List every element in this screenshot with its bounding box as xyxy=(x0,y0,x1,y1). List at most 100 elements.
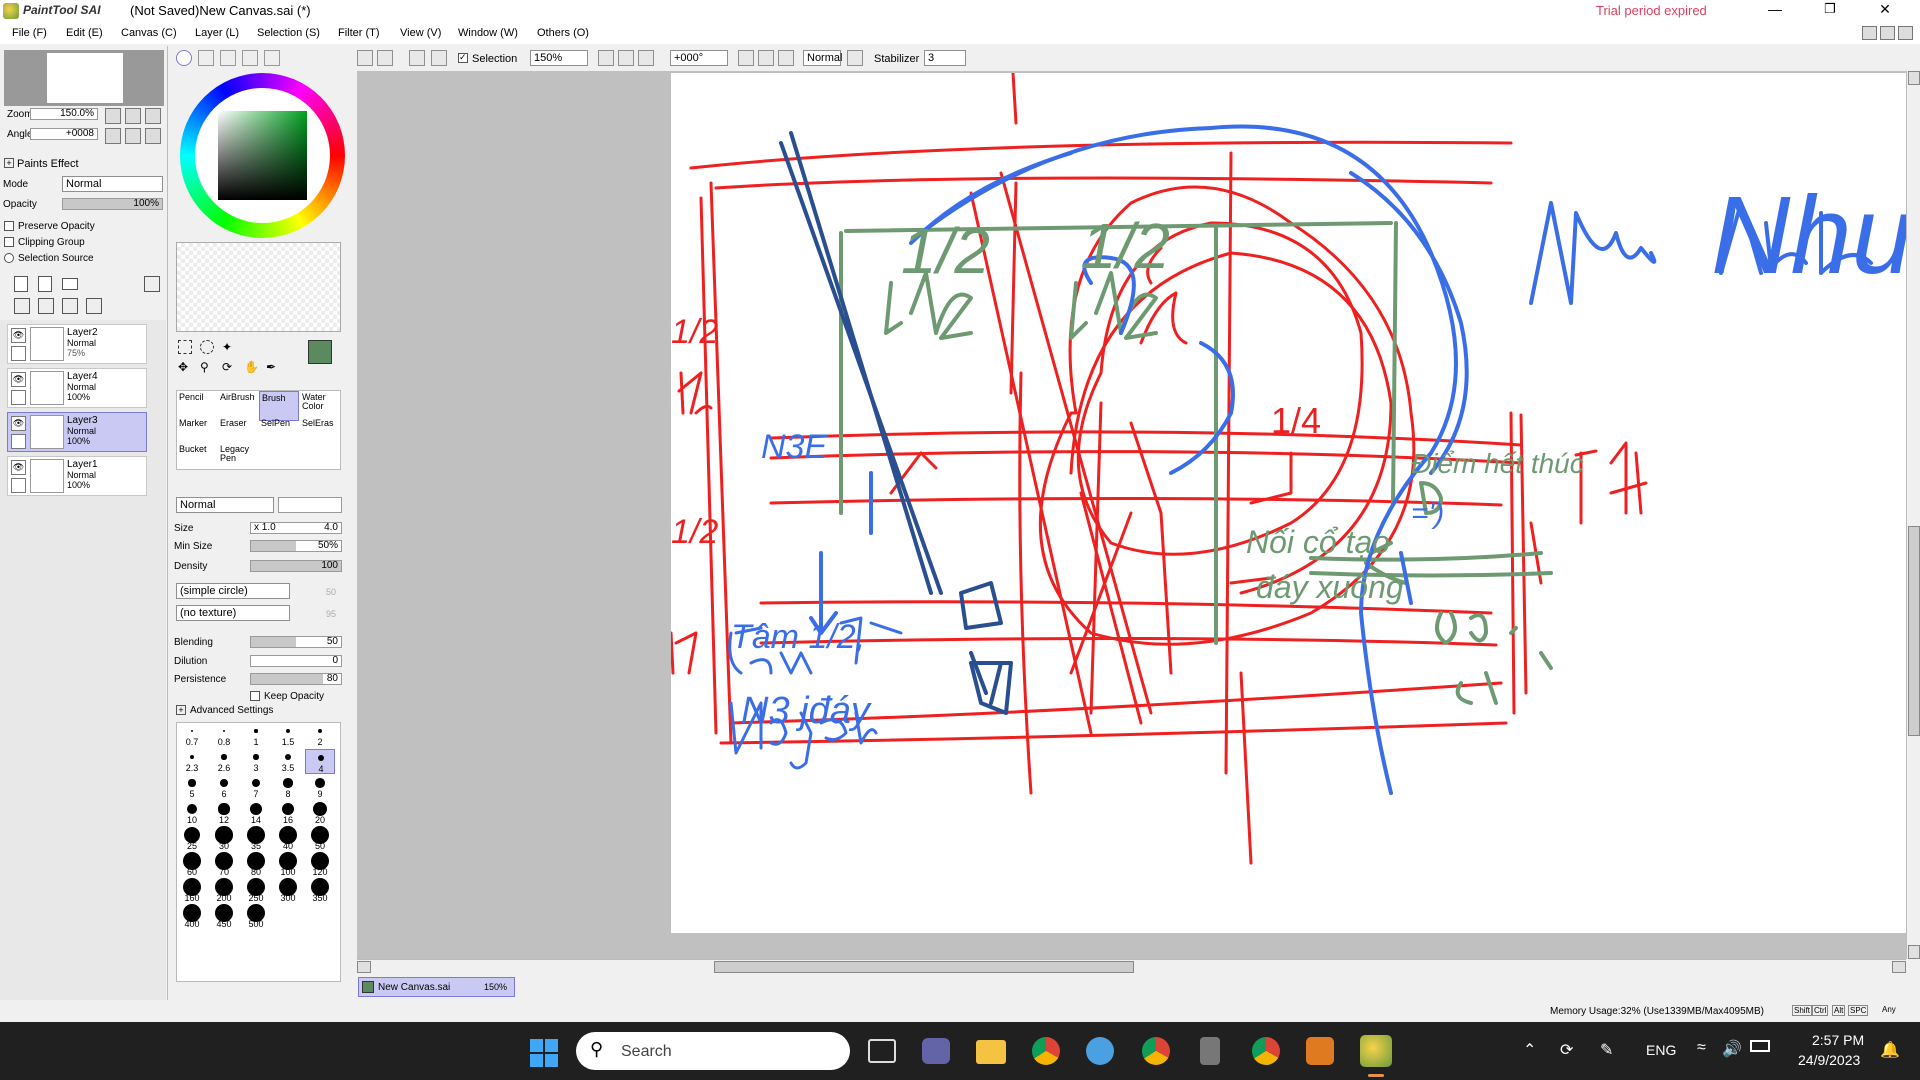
brush-size-cell[interactable]: 500 xyxy=(241,904,271,930)
invert-selection-icon[interactable] xyxy=(377,50,393,66)
pen-icon[interactable] xyxy=(11,434,26,449)
brush-size-cell[interactable]: 3 xyxy=(241,749,271,774)
brush-size-cell[interactable]: 200 xyxy=(209,878,239,904)
layer-item-selected[interactable]: 👁 Layer3 Normal 100% xyxy=(7,412,147,452)
brush-size-cell[interactable]: 1.5 xyxy=(273,723,303,748)
brush-size-cell[interactable]: 30 xyxy=(209,826,239,852)
tool-selpen[interactable]: SelPen xyxy=(259,417,299,447)
color-wheel[interactable] xyxy=(180,73,345,238)
brush-size-cell[interactable]: 2.3 xyxy=(177,749,207,774)
layer-item[interactable]: 👁 Layer2 Normal 75% xyxy=(7,324,147,364)
mdi-minimize-button[interactable] xyxy=(1862,26,1877,40)
advanced-settings-label[interactable]: Advanced Settings xyxy=(190,705,273,716)
brush-size-cell[interactable]: 5 xyxy=(177,775,207,800)
layer-mask-icon[interactable] xyxy=(144,276,160,292)
stabilizer-select[interactable]: 3 xyxy=(924,50,966,66)
brush-size-cell[interactable]: 120 xyxy=(305,852,335,878)
paint-app-icon[interactable] xyxy=(1086,1037,1114,1065)
merge-down-icon[interactable] xyxy=(38,298,54,314)
persistence-slider[interactable]: 80 xyxy=(250,673,342,685)
close-button[interactable]: ✕ xyxy=(1870,0,1900,20)
lasso-icon[interactable] xyxy=(200,340,214,354)
transfer-down-icon[interactable] xyxy=(14,298,30,314)
zoom-out-icon[interactable] xyxy=(105,108,121,124)
chrome-profile-icon[interactable] xyxy=(1142,1037,1170,1065)
rotate-cw-button[interactable] xyxy=(758,50,774,66)
rotate-icon[interactable]: ⟳ xyxy=(222,360,236,374)
brush-texture-select[interactable]: (no texture) xyxy=(176,605,290,621)
brush-size-cell[interactable]: 100 xyxy=(273,852,303,878)
eye-icon[interactable]: 👁 xyxy=(11,416,26,431)
teams-icon[interactable] xyxy=(922,1038,950,1064)
lock-toggle[interactable] xyxy=(11,390,26,405)
notification-icon[interactable]: 🔔 xyxy=(1880,1040,1900,1060)
brush-size-cell[interactable]: 4 xyxy=(305,749,335,774)
tool-seleras[interactable]: SelEras xyxy=(300,417,340,447)
brush-size-cell[interactable]: 16 xyxy=(273,801,303,826)
selection-source-radio[interactable] xyxy=(4,253,14,263)
clipping-group-checkbox[interactable] xyxy=(4,237,14,247)
min-size-slider[interactable]: 50% xyxy=(250,540,342,552)
flip-horizontal-button[interactable] xyxy=(847,50,863,66)
brush-size-cell[interactable]: 300 xyxy=(273,878,303,904)
scratchpad[interactable] xyxy=(176,242,341,332)
rgb-slider-icon[interactable] xyxy=(198,50,214,66)
pen-settings-icon[interactable]: ✎ xyxy=(1600,1040,1613,1060)
menu-filter[interactable]: Filter (T) xyxy=(338,27,380,39)
scratchpad-icon[interactable] xyxy=(264,50,280,66)
battery-icon[interactable] xyxy=(1750,1040,1770,1052)
brush-shape-buttons[interactable] xyxy=(278,497,342,513)
scroll-right-icon[interactable] xyxy=(1892,961,1906,973)
menu-layer[interactable]: Layer (L) xyxy=(195,27,239,39)
layer-item[interactable]: 👁 Layer4 Normal 100% xyxy=(7,368,147,408)
opacity-slider[interactable]: 100% xyxy=(62,198,163,210)
volume-icon[interactable]: 🔊 xyxy=(1722,1039,1742,1059)
brush-size-cell[interactable]: 350 xyxy=(305,878,335,904)
paints-effect-expand-icon[interactable]: + xyxy=(4,158,14,168)
vertical-scrollbar[interactable] xyxy=(1906,71,1920,959)
minimize-button[interactable]: — xyxy=(1760,0,1790,20)
brush-size-cell[interactable]: 25 xyxy=(177,827,207,852)
taskbar-search-box[interactable]: ⚲ Search xyxy=(576,1032,850,1070)
brush-size-cell[interactable]: 160 xyxy=(177,878,207,904)
brush-size-cell[interactable]: 2 xyxy=(305,723,335,748)
brush-size-cell[interactable]: 35 xyxy=(241,826,271,852)
brush-size-cell[interactable]: 60 xyxy=(177,852,207,878)
deselect-icon[interactable] xyxy=(357,50,373,66)
rotate-right-icon[interactable] xyxy=(125,128,141,144)
document-tab[interactable]: New Canvas.sai 150% xyxy=(358,977,515,997)
rect-select-icon[interactable] xyxy=(178,340,192,354)
drawing-canvas[interactable]: 1/4 Điểm hết thúc =') Nối cổ tạo đáy xuố… xyxy=(671,73,1906,933)
layer-item[interactable]: 👁 Layer1 Normal 100% xyxy=(7,456,147,496)
dilution-slider[interactable]: 0 xyxy=(250,655,342,667)
brush-size-cell[interactable]: 400 xyxy=(177,904,207,930)
brush-size-cell[interactable]: 0.7 xyxy=(177,723,207,748)
brush-size-cell[interactable]: 70 xyxy=(209,852,239,878)
windows-start-icon[interactable] xyxy=(530,1039,558,1067)
brush-size-cell[interactable]: 8 xyxy=(273,775,303,800)
painttool-sai-taskbar-icon[interactable] xyxy=(1360,1035,1392,1067)
brush-size-cell[interactable]: 1 xyxy=(241,723,271,748)
rotate-reset-icon[interactable] xyxy=(145,128,161,144)
rotate-ccw-button[interactable] xyxy=(738,50,754,66)
app-orange-icon[interactable] xyxy=(1306,1037,1334,1065)
hsv-slider-icon[interactable] xyxy=(220,50,236,66)
menu-file[interactable]: File (F) xyxy=(12,27,47,39)
eye-icon[interactable]: 👁 xyxy=(11,328,26,343)
lock-toggle[interactable] xyxy=(11,478,26,493)
density-slider[interactable]: 100 xyxy=(250,560,342,572)
primary-color-swatch[interactable] xyxy=(308,340,332,364)
hand-icon[interactable]: ✋ xyxy=(244,360,259,374)
brush-size-cell[interactable]: 50 xyxy=(305,826,335,852)
show-selection-icon[interactable] xyxy=(409,50,425,66)
zoom-icon[interactable]: ⚲ xyxy=(200,360,214,374)
view-mode-select[interactable]: Normal xyxy=(803,50,842,66)
clear-layer-icon[interactable] xyxy=(62,298,78,314)
keep-opacity-checkbox[interactable] xyxy=(250,691,260,701)
app-window-icon[interactable] xyxy=(1200,1037,1220,1065)
new-linework-layer-icon[interactable] xyxy=(38,276,52,292)
zoom-reset-icon[interactable] xyxy=(145,108,161,124)
magic-wand-icon[interactable]: ✦ xyxy=(222,340,236,354)
menu-canvas[interactable]: Canvas (C) xyxy=(121,27,177,39)
menu-selection[interactable]: Selection (S) xyxy=(257,27,320,39)
